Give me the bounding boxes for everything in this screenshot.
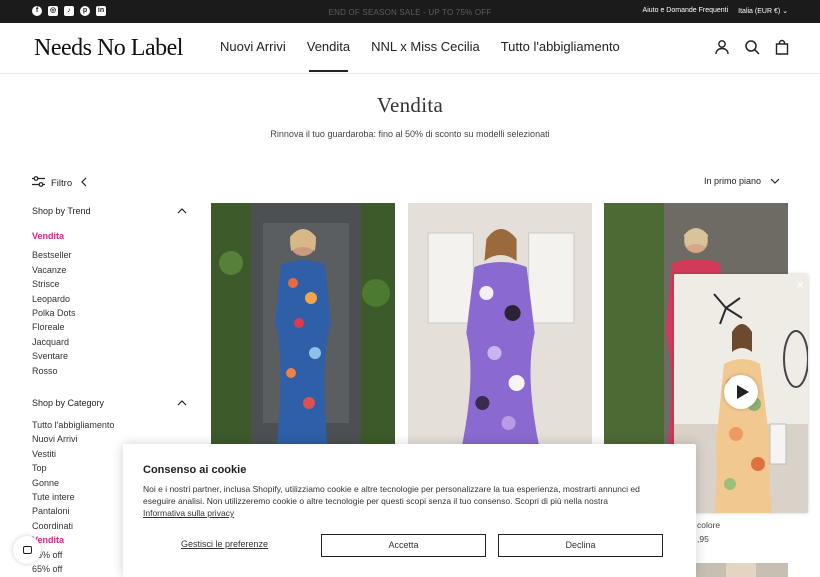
trend-filter-group: Shop by Trend Vendita Bestseller Vacanze…: [32, 206, 187, 378]
chevron-up-icon: [177, 398, 187, 408]
close-icon[interactable]: ×: [796, 278, 804, 291]
chevron-up-icon: [177, 206, 187, 216]
cookie-text-line: Noi e i nostri partner, inclusa Shopify,…: [143, 484, 640, 494]
nav-nnl-miss-cecilia[interactable]: NNL x Miss Cecilia: [371, 39, 480, 54]
trend-group-title: Shop by Trend: [32, 206, 91, 216]
trend-group-header[interactable]: Shop by Trend: [32, 206, 187, 216]
filter-toggle[interactable]: Filtro: [32, 176, 87, 190]
category-item[interactable]: Tutto l'abbigliamento: [32, 418, 187, 432]
cookie-banner: Consenso ai cookie Noi e i nostri partne…: [123, 444, 696, 577]
trend-item[interactable]: Vacanze: [32, 263, 187, 277]
accept-button[interactable]: Accetta: [321, 534, 486, 557]
sliders-icon: [32, 176, 45, 190]
announcement-bar: f ◎ ♪ p in END OF SEASON SALE - UP TO 75…: [0, 0, 820, 23]
sort-dropdown[interactable]: In primo piano: [704, 176, 780, 186]
category-group-header[interactable]: Shop by Category: [32, 398, 187, 408]
cookie-text: Noi e i nostri partner, inclusa Shopify,…: [143, 483, 678, 519]
privacy-policy-link[interactable]: Informativa sulla privacy: [143, 508, 234, 518]
nav-sale[interactable]: Vendita: [307, 39, 350, 72]
chat-icon[interactable]: [13, 536, 41, 564]
product-fragment-text: colore: [697, 520, 721, 530]
manage-preferences-button[interactable]: Gestisci le preferenze: [181, 539, 268, 549]
trend-item[interactable]: Polka Dots: [32, 306, 187, 320]
logo[interactable]: Needs No Label: [34, 35, 183, 62]
product-card-image[interactable]: [696, 563, 788, 577]
account-icon[interactable]: [714, 39, 730, 55]
region-label: Italia (EUR €): [738, 8, 781, 15]
page-title: Vendita: [376, 93, 444, 117]
trend-item[interactable]: Rosso: [32, 364, 187, 378]
sort-label: In primo piano: [703, 176, 761, 186]
trend-item[interactable]: Bestseller: [32, 248, 187, 262]
cookie-text-line: eseguire analisi. Non utilizzeremo cooki…: [143, 496, 608, 506]
decline-button[interactable]: Declina: [498, 534, 663, 557]
trend-item[interactable]: Floreale: [32, 320, 187, 334]
category-group-title: Shop by Category: [32, 398, 105, 408]
trend-item[interactable]: Jacquard: [32, 335, 187, 349]
site-header: Needs No Label Nuovi Arrivi Vendita NNL …: [0, 23, 820, 74]
cookie-title: Consenso ai cookie: [143, 464, 247, 476]
chevron-down-icon: ⌄: [782, 8, 788, 15]
bag-icon[interactable]: [774, 39, 790, 55]
play-icon[interactable]: [724, 375, 758, 409]
trend-item-vendita[interactable]: Vendita: [32, 229, 187, 243]
product-card-image[interactable]: [408, 203, 592, 444]
trend-item[interactable]: Sventare: [32, 349, 187, 363]
nav-all-clothing[interactable]: Tutto l'abbigliamento: [501, 39, 620, 54]
chevron-left-icon: [80, 177, 87, 190]
help-link[interactable]: Aiuto e Domande Frequenti: [643, 7, 729, 15]
main-nav: Nuovi Arrivi Vendita NNL x Miss Cecilia …: [220, 39, 641, 72]
search-icon[interactable]: [744, 39, 760, 55]
product-price-fragment: ,95: [697, 534, 709, 544]
nav-new-arrivals[interactable]: Nuovi Arrivi: [220, 39, 286, 54]
page-subtitle: Rinnova il tuo guardaroba: fino al 50% d…: [270, 129, 550, 139]
filter-label: Filtro: [51, 177, 73, 189]
product-card-image[interactable]: [211, 203, 395, 444]
trend-item[interactable]: Strisce: [32, 277, 187, 291]
trend-item[interactable]: Leopardo: [32, 292, 187, 306]
chevron-down-icon: [770, 176, 780, 186]
region-selector[interactable]: Italia (EUR €) ⌄: [738, 7, 788, 15]
